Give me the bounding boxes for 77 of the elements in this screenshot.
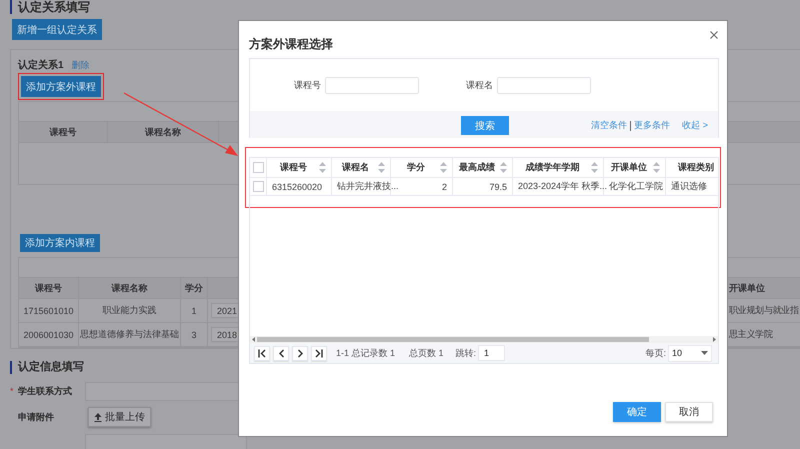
input-field[interactable] — [85, 434, 247, 449]
collapse-link[interactable]: 收起 > — [682, 119, 708, 132]
upload-button[interactable]: 批量上传 — [88, 407, 151, 427]
close-icon[interactable] — [710, 31, 718, 39]
chevron-right-icon — [298, 348, 302, 358]
add-external-course-button[interactable]: 添加方案外课程 — [21, 76, 101, 97]
field-label: 学生联系方式 — [18, 384, 73, 398]
table-cell: 思想道德修养与法律基础 — [79, 323, 181, 346]
confirm-button[interactable]: 确定 — [613, 402, 661, 422]
page-count: 总页数 1 — [409, 346, 444, 360]
add-group-button[interactable]: 新增一组认定关系 — [12, 19, 102, 40]
checkbox[interactable] — [252, 162, 264, 173]
last-page-button[interactable] — [311, 346, 327, 360]
column-header: 课程号 — [19, 278, 79, 298]
table-cell: 钻井完井液技... — [337, 180, 399, 193]
search-button[interactable]: 搜索 — [461, 116, 509, 135]
chevron-left-icon — [278, 348, 284, 358]
next-page-button[interactable] — [292, 346, 308, 360]
column-header: 课程名 — [342, 161, 369, 174]
field-label: 申请附件 — [18, 410, 55, 424]
dialog-title: 方案外课程选择 — [249, 36, 333, 53]
column-header: 课程号 — [19, 122, 108, 142]
first-page-icon — [258, 348, 266, 358]
column-header: 课程名称 — [79, 278, 181, 298]
first-page-button[interactable] — [254, 346, 270, 360]
column-header: 学分 — [181, 278, 208, 298]
table-cell: 2006001030 — [19, 323, 79, 346]
section-title: 认定信息填写 — [10, 361, 84, 374]
required-mark: * — [10, 386, 15, 396]
sort-icon[interactable] — [319, 162, 326, 173]
checkbox[interactable] — [252, 181, 264, 192]
add-internal-course-button[interactable]: 添加方案内课程 — [20, 234, 100, 252]
column-header: 最高成绩 — [459, 161, 495, 174]
horizontal-scrollbar[interactable] — [250, 336, 718, 343]
table-cell: 79.5 — [489, 182, 507, 192]
table-cell: 职业能力实践 — [79, 299, 181, 322]
table-cell-text: 职业规划与就业指 — [728, 304, 800, 317]
table-cell: 1 — [181, 299, 208, 322]
more-filters-link[interactable]: 更多条件 — [634, 119, 670, 132]
clear-filters-link[interactable]: 清空条件 — [591, 119, 628, 132]
sort-icon[interactable] — [440, 162, 447, 173]
sort-icon[interactable] — [591, 162, 598, 173]
table-cell: 3 — [181, 323, 208, 346]
relation-title: 认定关系1 — [18, 58, 64, 72]
sort-icon[interactable] — [500, 162, 507, 173]
table-cell: 通识选修 — [671, 180, 707, 193]
table-cell: 6315260020 — [272, 182, 322, 192]
dropdown-caret-icon — [701, 351, 708, 355]
jump-label: 跳转: — [456, 346, 476, 360]
per-page-label: 每页: — [645, 346, 666, 360]
column-header: 课程类别 — [678, 161, 714, 174]
table-cell-text: 思主义学院 — [728, 328, 774, 341]
sort-icon[interactable] — [653, 162, 660, 173]
column-header: 课程号 — [280, 161, 307, 174]
triangle-right-icon[interactable] — [713, 337, 716, 342]
section-title: 认定关系填写 — [10, 0, 90, 14]
field-label: 课程名 — [465, 78, 493, 92]
delete-link[interactable]: 删除 — [72, 58, 90, 72]
triangle-left-icon[interactable] — [252, 337, 255, 342]
last-page-icon — [315, 348, 323, 358]
record-count: 1-1 总记录数 1 — [336, 346, 396, 360]
column-header: 开课单位 — [728, 282, 766, 294]
field-label: 课程号 — [293, 78, 321, 92]
page-jump-field[interactable]: 1 — [478, 345, 506, 361]
per-page-select[interactable]: 10 — [668, 344, 712, 362]
column-header: 学分 — [407, 161, 425, 174]
column-header: 开课单位 — [611, 161, 647, 174]
table-cell: 1715601010 — [19, 299, 79, 322]
table-cell: 2 — [442, 182, 447, 192]
previous-page-button[interactable] — [273, 346, 289, 360]
cancel-button[interactable]: 取消 — [665, 402, 713, 422]
table-cell: 化学化工学院 — [609, 180, 663, 193]
upload-icon — [94, 412, 102, 422]
sort-icon[interactable] — [378, 162, 385, 173]
column-header: 成绩学年学期 — [526, 161, 580, 174]
table-cell: 2023-2024学年 秋季... — [518, 180, 608, 193]
column-header: 课程名称 — [108, 122, 219, 142]
